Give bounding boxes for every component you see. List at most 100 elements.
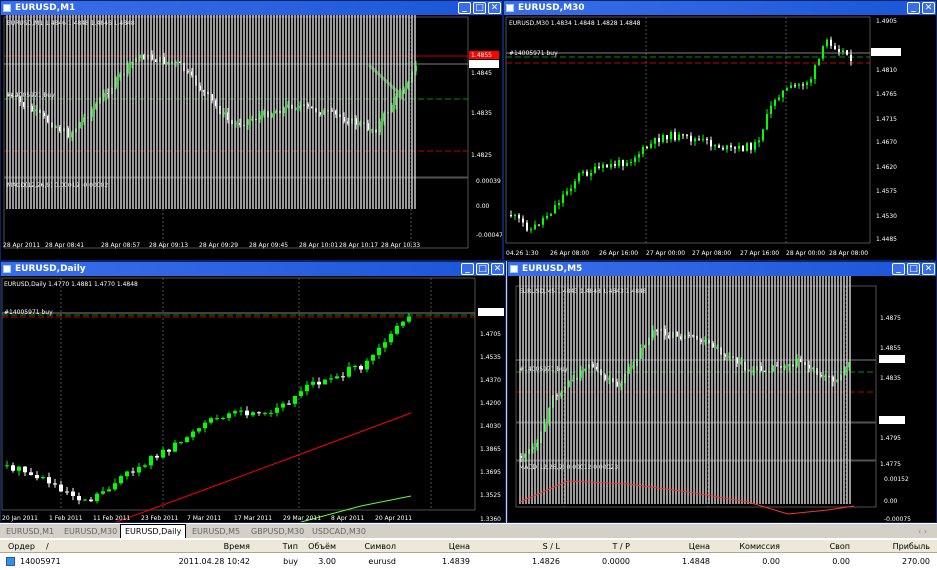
candle <box>161 449 165 458</box>
candle <box>287 403 291 405</box>
column-header[interactable]: Своп <box>830 540 850 553</box>
close-button[interactable]: ✕ <box>922 2 935 14</box>
minimize-button[interactable]: _ <box>907 2 920 14</box>
price-scale-label: -0.00047 <box>476 232 502 239</box>
candle <box>251 412 255 416</box>
title-bar-daily[interactable]: EURUSD,Daily <box>1 262 505 276</box>
candle <box>690 135 692 142</box>
column-header[interactable]: Цена <box>449 540 470 553</box>
candle <box>41 477 45 479</box>
table-cell: 1.4848 <box>682 557 710 566</box>
candle <box>311 381 315 385</box>
column-header[interactable]: / <box>46 540 49 553</box>
candle <box>197 428 201 432</box>
tab-usdcad-m30[interactable]: USDCAD,M30 <box>308 525 370 538</box>
column-header[interactable]: Символ <box>364 540 396 553</box>
time-scale-label: 28 Apr 10:01 <box>299 242 338 249</box>
price-scale-label: 1.3695 <box>480 469 501 476</box>
column-header[interactable]: S / L <box>543 540 560 553</box>
title-bar-m5[interactable]: EURUSD,M5 <box>508 262 936 276</box>
price-chart-m1[interactable]: EURUSD,M1 1.4846 1.4848 1.4846 1.4848 MA… <box>1 15 502 261</box>
close-button[interactable]: ✕ <box>488 2 501 14</box>
price-chart-m5[interactable]: EURUSD,M5 1.4843 1.4848 1.4843 1.4848 MA… <box>508 276 936 523</box>
candle <box>570 188 572 192</box>
candle <box>353 365 357 367</box>
candle <box>269 412 273 414</box>
tab-eurusd-daily[interactable]: EURUSD,Daily <box>120 524 187 539</box>
column-header[interactable]: Прибыль <box>893 540 930 553</box>
chart-tabs: ‹ › EURUSD,M1 EURUSD,M30 EURUSD,Daily EURUS… <box>0 523 937 539</box>
price-scale-label: 1.4845 <box>471 70 492 77</box>
candle <box>263 412 267 414</box>
restore-button[interactable]: □ <box>907 263 920 275</box>
candle <box>798 84 800 86</box>
close-button[interactable]: ✕ <box>491 263 504 275</box>
chart-window-daily[interactable]: EURUSD,Daily _ □ ✕ EURUSD,Daily 1.4770 1… <box>0 261 506 523</box>
candle <box>802 84 804 86</box>
chart-window-m5[interactable]: EURUSD,M5 _ □ ✕ EURUSD,M5 1.4843 1.4848 … <box>507 261 937 523</box>
candle <box>89 499 93 502</box>
price-scale-label: 1.4620 <box>876 164 897 171</box>
price-scale-label: 0.00152 <box>884 476 909 483</box>
candle <box>53 483 57 485</box>
price-chart-daily[interactable]: EURUSD,Daily 1.4770 1.4881 1.4770 1.4848… <box>1 276 505 523</box>
candle <box>730 145 732 148</box>
chart-window-m1[interactable]: EURUSD,M1 _ □ ✕ EURUSD,M1 1.4846 1.4848 … <box>0 0 503 261</box>
price-scale-label: 1.4765 <box>876 91 897 98</box>
price-scale-label: 1.4848 <box>876 48 897 55</box>
column-header[interactable]: Время <box>224 540 250 553</box>
chart-area-m5[interactable]: EURUSD,M5 1.4843 1.4848 1.4843 1.4848 MA… <box>508 276 936 522</box>
minimize-button[interactable]: _ <box>458 2 471 14</box>
time-scale-label: 11 Feb 2011 <box>93 515 131 522</box>
candle <box>562 194 564 203</box>
restore-button[interactable]: □ <box>476 263 489 275</box>
table-cell: 270.00 <box>902 557 930 566</box>
price-scale-label: 0.00 <box>884 498 898 505</box>
price-chart-m30[interactable]: EURUSD,M30 1.4834 1.4848 1.4828 1.4848 #… <box>504 15 936 261</box>
tab-eurusd-m1[interactable]: EURUSD,M1 <box>2 525 58 538</box>
candle <box>530 229 532 231</box>
chart-area-daily[interactable]: EURUSD,Daily 1.4770 1.4881 1.4770 1.4848… <box>1 276 505 522</box>
candle <box>203 422 207 429</box>
chart-window-m30[interactable]: EURUSD,M30 _ ✕ EURUSD,M30 1.4834 1.4848 … <box>503 0 937 261</box>
chart-area-m1[interactable]: EURUSD,M1 1.4846 1.4848 1.4846 1.4848 MA… <box>1 15 502 260</box>
candle <box>17 466 21 471</box>
tab-scroll-arrows[interactable]: ‹ › <box>914 525 931 538</box>
price-scale-label: 1.4848 <box>880 355 901 362</box>
orders-header: Ордер / Время Тип Объём Символ Цена S / L T / P Ц… <box>0 540 937 553</box>
column-header[interactable]: Комиссия <box>739 540 780 553</box>
chart-area-m30[interactable]: EURUSD,M30 1.4834 1.4848 1.4828 1.4848 #… <box>504 15 936 260</box>
column-header[interactable]: T / P <box>613 540 631 553</box>
minimize-button[interactable]: _ <box>892 263 905 275</box>
price-scale-label: 1.4795 <box>880 435 901 442</box>
candle <box>614 164 616 166</box>
candle <box>618 160 620 166</box>
candle <box>650 143 652 148</box>
minimize-button[interactable]: _ <box>461 263 474 275</box>
title-bar-m30[interactable]: EURUSD,M30 <box>504 1 936 15</box>
price-scale-label: 1.3525 <box>480 492 501 499</box>
price-scale-label: 1.3865 <box>480 446 501 453</box>
candle <box>101 491 105 494</box>
candle <box>107 489 111 492</box>
column-header[interactable]: Тип <box>283 540 298 553</box>
restore-button[interactable]: □ <box>473 2 486 14</box>
table-cell: 0.0000 <box>602 557 630 566</box>
title-bar-m1[interactable]: EURUSD,M1 <box>1 1 502 15</box>
candle <box>542 218 544 225</box>
table-row[interactable]: 14005971 2011.04.28 10:42 buy 3.00 eurusd 1.4… <box>0 555 937 568</box>
candle <box>598 166 600 168</box>
candle <box>770 105 772 114</box>
column-header[interactable]: Цена <box>689 540 710 553</box>
price-scale-label: 1.4575 <box>876 188 897 195</box>
time-scale-label: 20 Apr 2011 <box>375 515 412 522</box>
tab-eurusd-m5[interactable]: EURUSD,M5 <box>188 525 244 538</box>
tab-gbpusd-m30[interactable]: GBPUSD,M30 <box>247 525 308 538</box>
tab-eurusd-m30[interactable]: EURUSD,M30 <box>60 525 121 538</box>
candle <box>143 465 147 467</box>
column-header[interactable]: Объём <box>308 540 336 553</box>
close-button[interactable]: ✕ <box>922 263 935 275</box>
candle <box>762 129 764 141</box>
column-header[interactable]: Ордер <box>8 540 35 553</box>
candle <box>95 493 99 502</box>
